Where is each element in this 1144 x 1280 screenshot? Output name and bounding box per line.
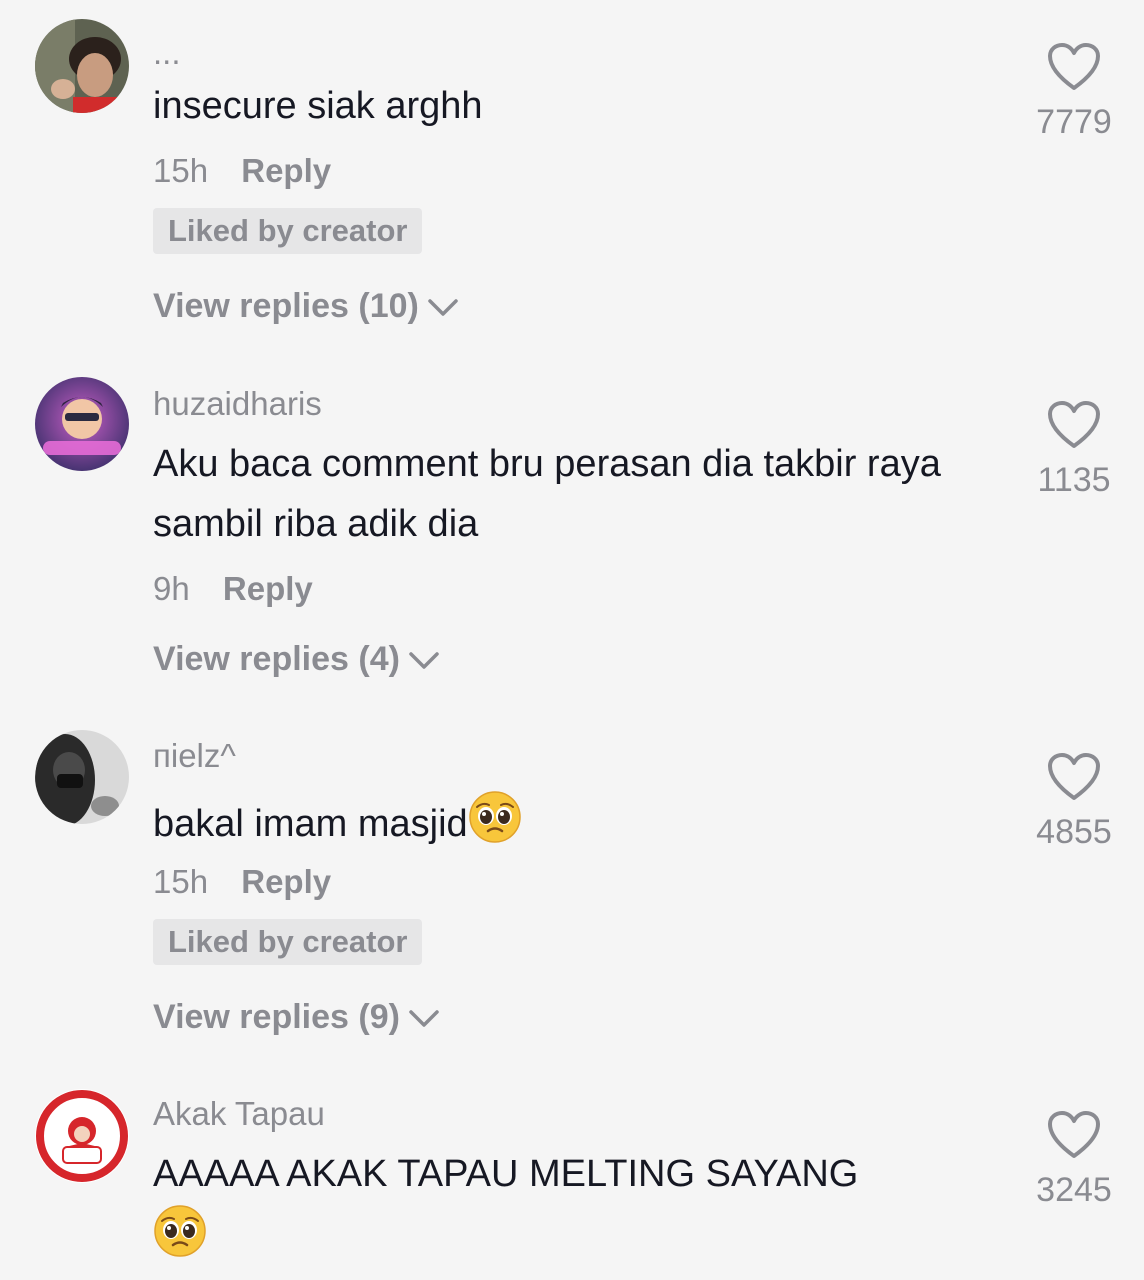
chevron-down-icon: [428, 299, 458, 316]
like-count: 1135: [1037, 461, 1111, 499]
avatar[interactable]: [35, 730, 129, 824]
reply-button[interactable]: Reply: [241, 863, 331, 900]
comment-text: AAAAA AKAK TAPAU MELTING SAYANG: [153, 1144, 973, 1276]
like-button[interactable]: 1135: [1020, 400, 1128, 500]
like-count: 7779: [1036, 103, 1112, 141]
like-button[interactable]: 3245: [1020, 1110, 1128, 1210]
avatar[interactable]: [35, 19, 129, 113]
avatar[interactable]: [35, 377, 129, 471]
comment-username[interactable]: пielz^: [153, 737, 236, 775]
heart-outline-icon: [1048, 1111, 1100, 1158]
pleading-face-emoji: [468, 790, 522, 862]
heart-outline-icon: [1048, 401, 1100, 448]
comment-text-value: bakal imam masjid: [153, 803, 468, 846]
comment-username[interactable]: ...: [153, 34, 181, 72]
comment-time: 15h: [153, 152, 209, 189]
comment-text: Aku baca comment bru perasan dia takbir …: [153, 443, 941, 545]
chevron-down-icon: [409, 1010, 439, 1027]
view-replies-label: View replies (10): [153, 287, 419, 325]
liked-by-creator-badge: Liked by creator: [153, 919, 423, 965]
view-replies-button[interactable]: View replies (9): [153, 998, 440, 1037]
like-count: 3245: [1036, 1171, 1112, 1209]
comment-meta: 9h Reply: [153, 570, 313, 608]
view-replies-label: View replies (9): [153, 998, 400, 1036]
heart-outline-icon: [1048, 43, 1100, 90]
pleading-face-emoji: [153, 1204, 207, 1276]
avatar[interactable]: [35, 1089, 129, 1183]
view-replies-button[interactable]: View replies (10): [153, 287, 459, 326]
comment-time: 9h: [153, 570, 190, 607]
like-button[interactable]: 7779: [1020, 42, 1128, 142]
heart-outline-icon: [1048, 753, 1100, 800]
reply-button[interactable]: Reply: [223, 570, 313, 607]
comment-meta: 15h Reply: [153, 152, 331, 190]
liked-by-creator-badge: Liked by creator: [153, 208, 423, 254]
comment-username[interactable]: Akak Tapau: [153, 1095, 325, 1133]
reply-button[interactable]: Reply: [241, 152, 331, 189]
like-button[interactable]: 4855: [1020, 752, 1128, 852]
comment-username[interactable]: huzaidharis: [153, 385, 322, 423]
like-count: 4855: [1036, 813, 1112, 851]
comment-time: 15h: [153, 863, 209, 900]
view-replies-button[interactable]: View replies (4): [153, 640, 440, 679]
comment-text: insecure siak arghh: [153, 85, 483, 127]
chevron-down-icon: [409, 652, 439, 669]
comment-meta: 15h Reply: [153, 863, 331, 901]
comment-text: bakal imam masjid: [153, 790, 973, 862]
comment-text-value: AAAAA AKAK TAPAU MELTING SAYANG: [153, 1153, 859, 1195]
view-replies-label: View replies (4): [153, 640, 400, 678]
